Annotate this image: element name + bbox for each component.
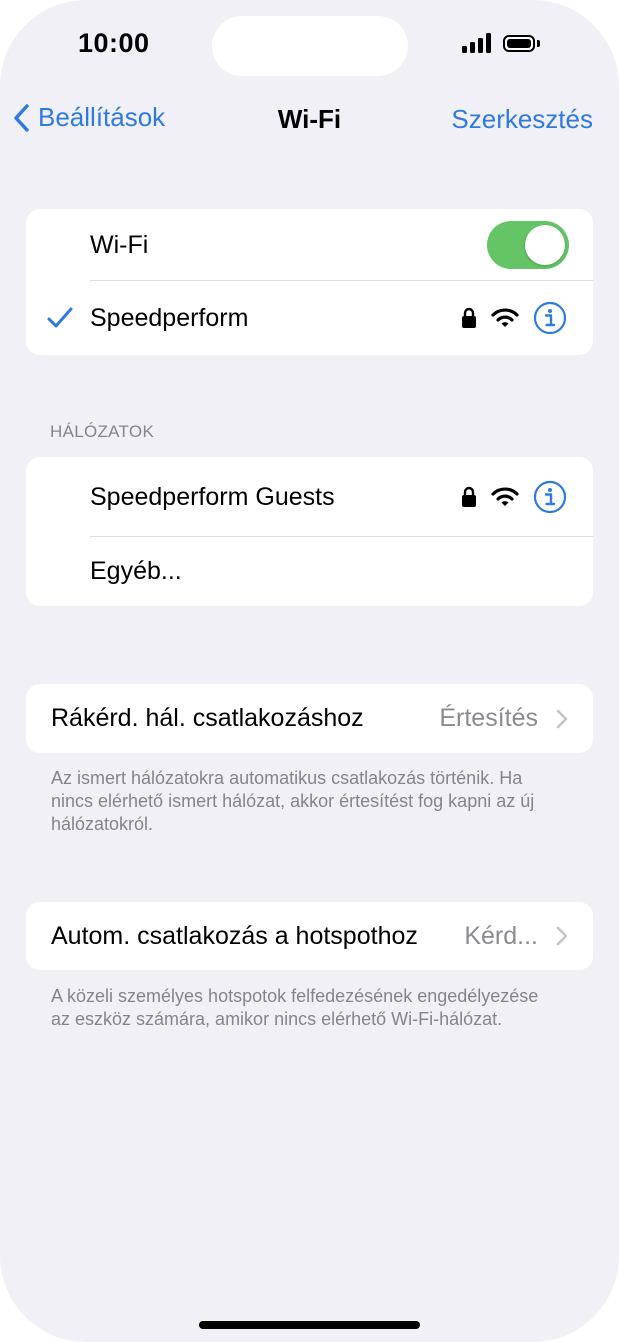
ask-to-join-value: Értesítés: [439, 704, 538, 732]
status-time: 10:00: [78, 28, 150, 58]
chevron-right-icon: [556, 709, 568, 728]
wifi-icon: [491, 487, 519, 506]
auto-hotspot-label: Autom. csatlakozás a hotspothoz: [51, 921, 418, 950]
wifi-toggle[interactable]: [487, 221, 569, 269]
network-icons: [461, 480, 567, 514]
phone-screen: 10:00 Beállítások Wi-Fi Szerkesztés Wi-F…: [0, 0, 619, 1342]
connected-network-name: Speedperform: [90, 303, 249, 332]
wifi-toggle-row: Wi-Fi: [26, 209, 593, 281]
home-indicator[interactable]: [199, 1321, 420, 1329]
status-icons: [462, 33, 540, 53]
network-name: Speedperform Guests: [90, 482, 335, 511]
ask-to-join-card[interactable]: Rákérd. hál. csatlakozáshoz Értesítés: [26, 684, 593, 753]
other-network-label: Egyéb...: [90, 557, 182, 585]
toggle-knob: [525, 225, 565, 265]
cellular-signal-icon: [462, 33, 491, 53]
ask-to-join-row[interactable]: Rákérd. hál. csatlakozáshoz Értesítés: [26, 684, 593, 753]
networks-card: Speedperform Guests Egyéb...: [26, 457, 593, 606]
edit-button[interactable]: Szerkesztés: [451, 104, 593, 135]
connected-network-row[interactable]: Speedperform: [26, 281, 593, 355]
chevron-right-icon: [556, 926, 568, 946]
ask-to-join-label: Rákérd. hál. csatlakozáshoz: [51, 704, 364, 732]
wifi-toggle-label: Wi-Fi: [90, 230, 149, 259]
other-network-row[interactable]: Egyéb...: [26, 537, 593, 606]
auto-hotspot-row[interactable]: Autom. csatlakozás a hotspothoz Kérd...: [26, 902, 593, 970]
info-icon[interactable]: [533, 480, 567, 514]
checkmark-icon: [47, 307, 73, 328]
lock-icon: [462, 486, 476, 507]
networks-section-header: HÁLÓZATOK: [50, 422, 155, 441]
battery-icon: [503, 34, 540, 52]
auto-hotspot-value: Kérd...: [464, 921, 538, 950]
ask-to-join-footnote: Az ismert hálózatokra automatikus csatla…: [51, 768, 535, 834]
wifi-icon: [491, 308, 519, 327]
dynamic-island: [212, 16, 408, 76]
network-icons: [461, 301, 567, 335]
lock-icon: [462, 307, 476, 328]
network-row[interactable]: Speedperform Guests: [26, 457, 593, 537]
wifi-card: Wi-Fi Speedperform: [26, 209, 593, 355]
auto-hotspot-footnote: A közeli személyes hotspotok felfedezésé…: [51, 986, 539, 1029]
auto-hotspot-card[interactable]: Autom. csatlakozás a hotspothoz Kérd...: [26, 902, 593, 970]
info-icon[interactable]: [533, 301, 567, 335]
